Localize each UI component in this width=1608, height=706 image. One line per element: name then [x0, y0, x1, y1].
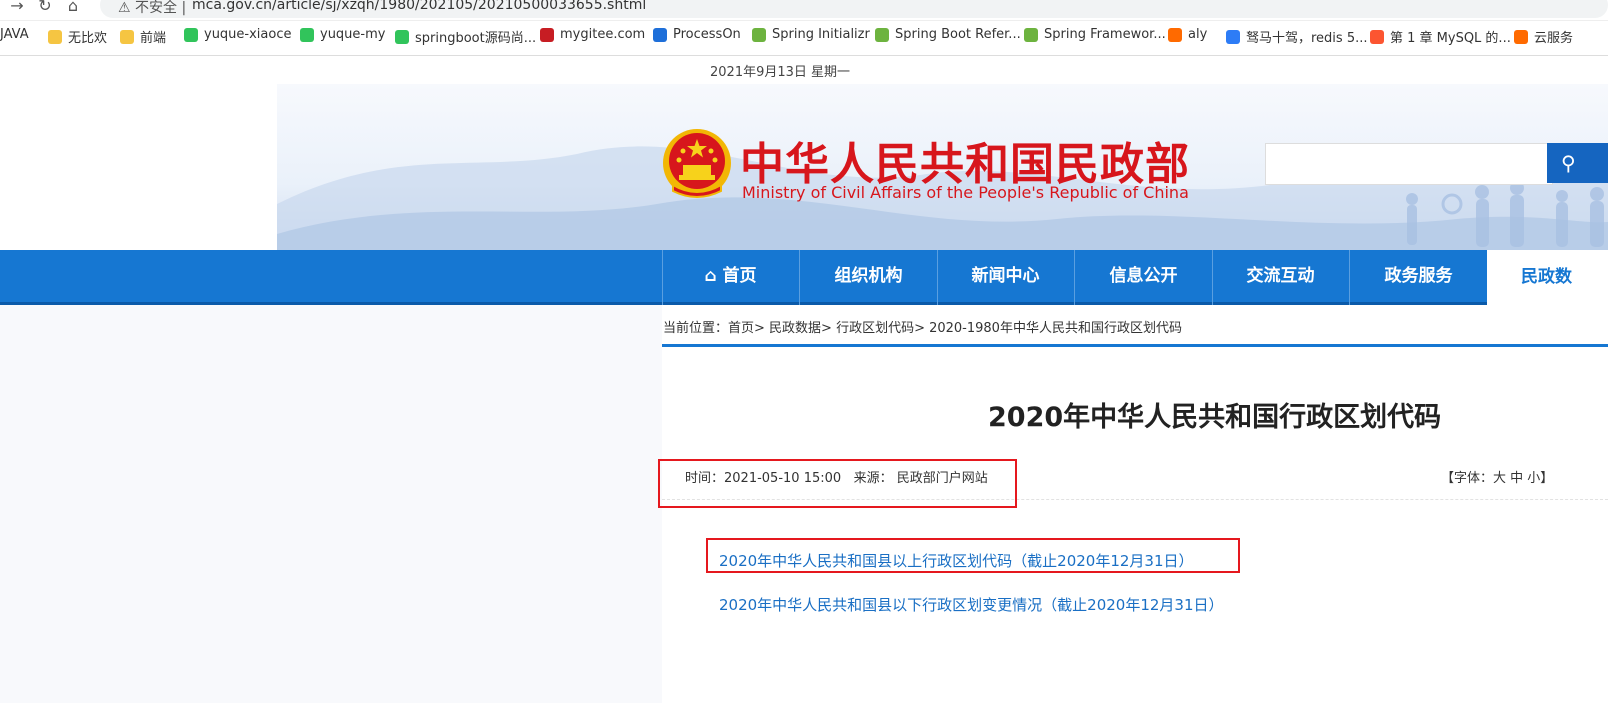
bookmark-item[interactable]: yuque-my — [300, 27, 385, 42]
breadcrumb-prefix: 当前位置： — [663, 321, 729, 336]
bookmark-item[interactable]: 驽马十驾，redis 5... — [1226, 27, 1368, 46]
bookmark-label: mygitee.com — [560, 27, 646, 42]
breadcrumb-path[interactable]: 首页> 民政数据> 行政区划代码> 2020-1980年中华人民共和国行政区划代… — [728, 321, 1182, 336]
bookmarks-divider — [0, 55, 1608, 56]
folder-icon — [48, 29, 62, 44]
bookmark-item[interactable]: springboot源码尚... — [395, 27, 536, 46]
bookmark-label: 云服务 — [1534, 31, 1574, 46]
bookmark-label: 驽马十驾，redis 5... — [1246, 31, 1368, 46]
reload-icon[interactable]: ↻ — [36, 0, 54, 15]
bookmark-item[interactable]: 第 1 章 MySQL 的... — [1370, 27, 1511, 46]
nav-item-news[interactable]: 新闻中心 — [937, 250, 1074, 302]
ministry-title-en: Ministry of Civil Affairs of the People'… — [742, 183, 1189, 202]
nav-item-services[interactable]: 政务服务 — [1350, 250, 1487, 302]
bookmark-label: yuque-xiaoce — [204, 27, 292, 42]
link-county-below-changes[interactable]: 2020年中华人民共和国县以下行政区划变更情况（截止2020年12月31日） — [719, 594, 1224, 615]
bookmark-item[interactable]: 无比欢 — [48, 27, 107, 46]
bookmark-item[interactable]: Spring Boot Refer... — [875, 27, 1021, 42]
article-title: 2020年中华人民共和国行政区划代码 — [988, 402, 1442, 433]
browser-toolbar: → ↻ ⌂ ⚠ 不安全 | mca.gov.cn/article/sj/xzqh/1… — [0, 0, 1608, 21]
annotation-box-meta — [658, 459, 1017, 508]
bookmark-label: yuque-my — [320, 27, 386, 42]
bookmark-icon — [1226, 29, 1240, 44]
bookmark-label: 无比欢 — [68, 31, 108, 46]
search-icon: ⚲ — [1561, 151, 1576, 175]
bookmark-label: aly — [1188, 27, 1208, 42]
bookmark-label: Spring Initializr — [772, 27, 870, 42]
bookmark-label: JAVA — [0, 27, 29, 42]
security-indicator[interactable]: ⚠ 不安全 | — [118, 0, 186, 17]
current-date: 2021年9月13日 星期一 — [710, 65, 851, 80]
aliyun-icon — [1168, 27, 1182, 42]
url-text[interactable]: mca.gov.cn/article/sj/xzqh/1980/202105/2… — [192, 0, 646, 13]
national-emblem-icon — [663, 129, 731, 198]
processon-icon — [653, 27, 667, 42]
bookmark-label: Spring Framewor... — [1044, 27, 1166, 42]
main-nav: ⌂ 首页 组织机构 新闻中心 信息公开 交流互动 政务服务 — [0, 250, 1608, 305]
aliyun-icon — [1514, 29, 1528, 44]
bookmark-label: 前端 — [140, 31, 167, 46]
browser-nav-buttons: → ↻ ⌂ — [8, 0, 82, 15]
search-button[interactable]: ⚲ — [1547, 143, 1608, 183]
csdn-icon — [1370, 29, 1384, 44]
yuque-icon — [184, 27, 198, 42]
font-size-switcher[interactable]: 【字体：大 中 小】 — [1441, 467, 1553, 486]
bookmark-item[interactable]: aly — [1168, 27, 1207, 42]
yuque-icon — [300, 27, 314, 42]
breadcrumb: 当前位置：首页> 民政数据> 行政区划代码> 2020-1980年中华人民共和国… — [663, 317, 1182, 336]
security-label: 不安全 — [135, 0, 178, 16]
home-icon[interactable]: ⌂ — [64, 0, 82, 15]
nav-item-info[interactable]: 信息公开 — [1075, 250, 1212, 302]
annotation-box-link — [706, 538, 1240, 573]
spring-icon — [1024, 27, 1038, 42]
folder-icon — [120, 29, 134, 44]
spring-icon — [752, 27, 766, 42]
bookmark-item[interactable]: Spring Initializr — [752, 27, 870, 42]
bookmark-item[interactable]: JAVA — [0, 27, 29, 42]
bookmark-label: Spring Boot Refer... — [895, 27, 1021, 42]
bookmark-item[interactable]: ProcessOn — [653, 27, 741, 42]
bookmark-label: springboot源码尚... — [415, 31, 537, 46]
bookmark-item[interactable]: Spring Framewor... — [1024, 27, 1166, 42]
gitee-icon — [540, 27, 554, 42]
nav-label: 首页 — [722, 266, 757, 286]
forward-icon[interactable]: → — [8, 0, 26, 15]
bookmark-label: ProcessOn — [673, 27, 741, 42]
bookmark-item[interactable]: mygitee.com — [540, 27, 645, 42]
bookmark-item[interactable]: 云服务 — [1514, 27, 1573, 46]
home-icon: ⌂ — [704, 266, 717, 286]
left-panel — [0, 305, 662, 703]
nav-item-organization[interactable]: 组织机构 — [800, 250, 937, 302]
spring-icon — [875, 27, 889, 42]
search-input[interactable] — [1265, 143, 1553, 185]
bookmark-label: 第 1 章 MySQL 的... — [1390, 31, 1511, 46]
bookmark-item[interactable]: yuque-xiaoce — [184, 27, 291, 42]
bookmark-item[interactable]: 前端 — [120, 27, 166, 46]
bookmarks-bar: JAVA 无比欢 前端 yuque-xiaoce yuque-my springboot源… — [0, 27, 1608, 49]
nav-item-data-active[interactable]: 民政数 — [1487, 250, 1608, 305]
yuque-icon — [395, 29, 409, 44]
nav-item-home[interactable]: ⌂ 首页 — [662, 250, 799, 302]
nav-item-interaction[interactable]: 交流互动 — [1212, 250, 1349, 302]
